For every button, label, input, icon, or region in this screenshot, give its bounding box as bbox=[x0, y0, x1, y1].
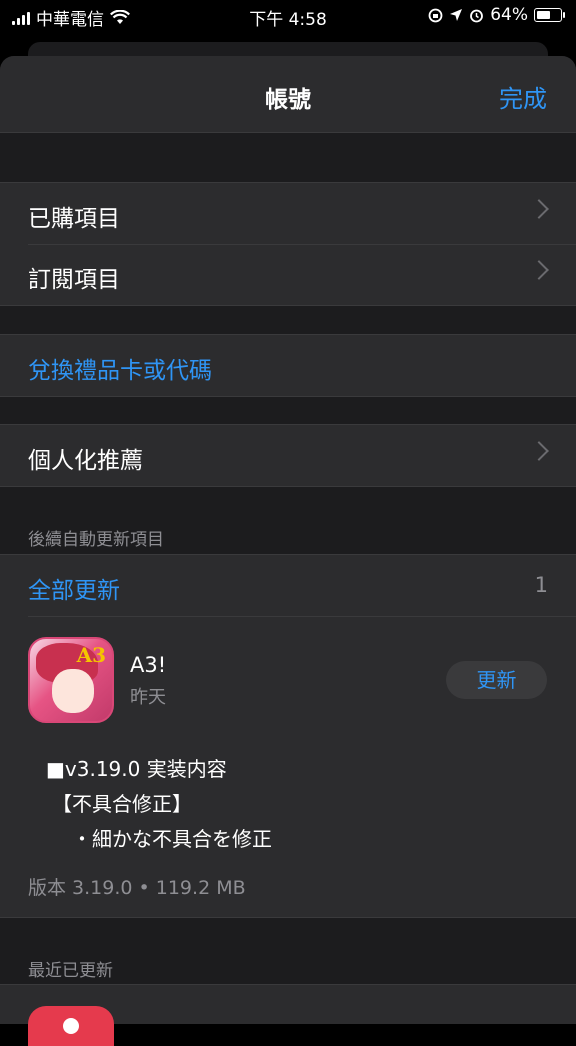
location-icon bbox=[450, 9, 463, 21]
battery-icon bbox=[534, 8, 565, 22]
release-note-line: 【不具合修正】 bbox=[52, 792, 192, 816]
app-icon[interactable]: A3 bbox=[28, 637, 114, 723]
subscriptions-label: 訂閱項目 bbox=[28, 267, 120, 293]
redeem-link: 兌換禮品卡或代碼 bbox=[28, 358, 212, 384]
update-all-row: 全部更新 1 bbox=[0, 555, 576, 616]
app-name: A3! bbox=[130, 653, 167, 677]
chevron-right-icon bbox=[529, 199, 549, 219]
chevron-right-icon bbox=[529, 441, 549, 461]
personalized-group: 個人化推薦 bbox=[0, 424, 576, 487]
release-note-line: ■v3.19.0 実装内容 bbox=[46, 757, 227, 781]
redeem-row[interactable]: 兌換禮品卡或代碼 bbox=[0, 335, 576, 396]
chevron-right-icon bbox=[529, 260, 549, 280]
purchases-group: 已購項目 訂閱項目 bbox=[0, 182, 576, 306]
app-date: 昨天 bbox=[130, 687, 166, 708]
updates-group: 全部更新 1 A3 A3! 昨天 更新 ■v3.19.0 実装内容 【不具合修正… bbox=[0, 554, 576, 918]
status-right: 64% bbox=[428, 5, 565, 25]
update-count: 1 bbox=[534, 573, 548, 597]
update-all-button[interactable]: 全部更新 bbox=[28, 571, 120, 605]
personalized-label: 個人化推薦 bbox=[28, 448, 143, 474]
purchased-row[interactable]: 已購項目 bbox=[0, 183, 576, 244]
done-button[interactable]: 完成 bbox=[499, 79, 547, 114]
release-note-line: ・細かな不具合を修正 bbox=[72, 827, 272, 851]
nav-bar: 帳號 完成 bbox=[0, 56, 576, 133]
pending-updates-header: 後續自動更新項目 bbox=[28, 530, 164, 550]
page-title: 帳號 bbox=[265, 87, 311, 113]
redeem-group: 兌換禮品卡或代碼 bbox=[0, 334, 576, 397]
app-icon-badge: A3 bbox=[76, 643, 106, 667]
version-info: 版本 3.19.0 • 119.2 MB bbox=[28, 877, 246, 899]
battery-percent: 64% bbox=[490, 5, 528, 25]
personalized-row[interactable]: 個人化推薦 bbox=[0, 425, 576, 486]
subscriptions-row[interactable]: 訂閱項目 bbox=[0, 244, 576, 305]
recent-app-icon[interactable] bbox=[28, 1006, 114, 1046]
recent-updates-header: 最近已更新 bbox=[28, 961, 113, 981]
rotation-lock-icon bbox=[428, 8, 443, 22]
status-bar: 中華電信 下午 4:58 64% bbox=[0, 0, 576, 32]
alarm-icon bbox=[470, 9, 484, 22]
purchased-label: 已購項目 bbox=[28, 206, 120, 232]
update-button[interactable]: 更新 bbox=[446, 661, 547, 699]
account-sheet: 帳號 完成 已購項目 訂閱項目 兌換禮品卡或代碼 個人化推薦 後續自動更新項目 … bbox=[0, 56, 576, 1024]
